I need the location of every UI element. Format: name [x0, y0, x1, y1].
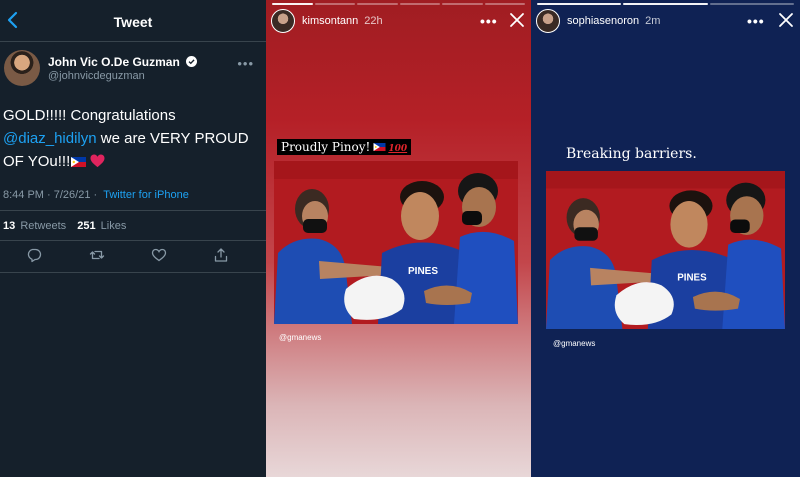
story-kim[interactable]: kimsontann 22h ••• Proudly Pinoy! 100 PIN…: [266, 0, 531, 477]
podium-photo: PINES: [274, 161, 518, 324]
tweet-header: Tweet: [0, 0, 266, 42]
retweets-stat[interactable]: 13 Retweets: [3, 220, 66, 232]
photo-credit: @gmanews: [279, 333, 322, 342]
story-avatar[interactable]: [271, 9, 295, 33]
story-photo: PINES: [546, 171, 785, 329]
tweet-text-line3: OF YOu!!!: [3, 153, 71, 170]
story-username[interactable]: kimsontann: [302, 15, 358, 27]
progress-segment: [399, 3, 440, 5]
story-progress: [537, 3, 794, 5]
photo-credit: @gmanews: [553, 339, 596, 348]
close-icon[interactable]: [509, 12, 525, 28]
progress-segment: [484, 3, 525, 5]
tweet-meta: 8:44 PM · 7/26/21 · Twitter for iPhone: [3, 189, 189, 201]
divider: [0, 272, 266, 273]
story-username[interactable]: sophiasenoron: [567, 15, 639, 27]
progress-segment: [537, 3, 622, 5]
red-heart-icon: [90, 154, 105, 168]
philippine-flag-icon: [373, 143, 386, 151]
hundred-points-icon: 100: [388, 144, 408, 154]
likes-label: Likes: [100, 220, 127, 232]
tweet-text-line2: we are VERY PROUD: [96, 130, 249, 147]
share-icon[interactable]: [213, 247, 229, 263]
likes-stat[interactable]: 251 Likes: [77, 220, 126, 232]
more-icon[interactable]: •••: [480, 13, 498, 29]
author-avatar[interactable]: [4, 50, 40, 86]
reply-icon[interactable]: [26, 247, 42, 263]
divider: [0, 240, 266, 241]
tweet-stats: 13 Retweets 251 Likes: [3, 220, 126, 232]
like-icon[interactable]: [151, 247, 167, 263]
progress-segment: [709, 3, 794, 5]
progress-segment: [623, 3, 708, 5]
tweet-author[interactable]: John Vic O.De Guzman @johnvicdeguzman ••…: [0, 48, 266, 92]
progress-segment: [357, 3, 398, 5]
jersey-text: PINES: [408, 266, 438, 277]
tweet-mention[interactable]: @diaz_hidilyn: [3, 130, 97, 147]
progress-segment: [442, 3, 483, 5]
story-avatar[interactable]: [536, 9, 560, 33]
close-icon[interactable]: [778, 12, 794, 28]
story-progress: [272, 3, 525, 5]
progress-segment: [314, 3, 355, 5]
story-caption: Proudly Pinoy! 100: [277, 139, 412, 155]
story-header: sophiasenoron 2m •••: [531, 9, 800, 35]
story-time: 2m: [645, 15, 661, 27]
story-caption-text: Proudly Pinoy!: [281, 140, 371, 154]
tweet-source[interactable]: Twitter for iPhone: [103, 189, 189, 201]
more-icon[interactable]: •••: [237, 56, 254, 71]
story-sophia[interactable]: sophiasenoron 2m ••• Breaking barriers. P…: [531, 0, 800, 477]
author-name[interactable]: John Vic O.De Guzman: [48, 55, 180, 69]
story-header: kimsontann 22h •••: [266, 9, 531, 35]
divider: [0, 210, 266, 211]
retweets-label: Retweets: [20, 220, 67, 232]
tweet-text-line1: GOLD!!!!! Congratulations: [3, 107, 176, 124]
progress-segment: [272, 3, 313, 5]
more-icon[interactable]: •••: [747, 13, 765, 29]
tweet-header-title: Tweet: [113, 14, 153, 30]
tweet-panel: Tweet John Vic O.De Guzman @johnvicdeguz…: [0, 0, 266, 477]
retweet-icon[interactable]: [89, 247, 105, 263]
philippine-flag-icon: [71, 157, 87, 167]
story-caption: Breaking barriers.: [566, 146, 697, 162]
story-photo: PINES: [274, 161, 518, 324]
story-time: 22h: [364, 15, 383, 27]
tweet-actions: [0, 247, 266, 267]
tweet-text: GOLD!!!!! Congratulations @diaz_hidilyn …: [3, 104, 261, 173]
likes-count: 251: [77, 220, 96, 232]
verified-badge-icon: [186, 56, 198, 67]
tweet-timestamp[interactable]: 8:44 PM · 7/26/21 ·: [3, 189, 100, 201]
retweets-count: 13: [3, 220, 16, 232]
author-handle[interactable]: @johnvicdeguzman: [48, 70, 145, 82]
jersey-text: PINES: [677, 273, 707, 284]
podium-photo: PINES: [546, 171, 785, 329]
